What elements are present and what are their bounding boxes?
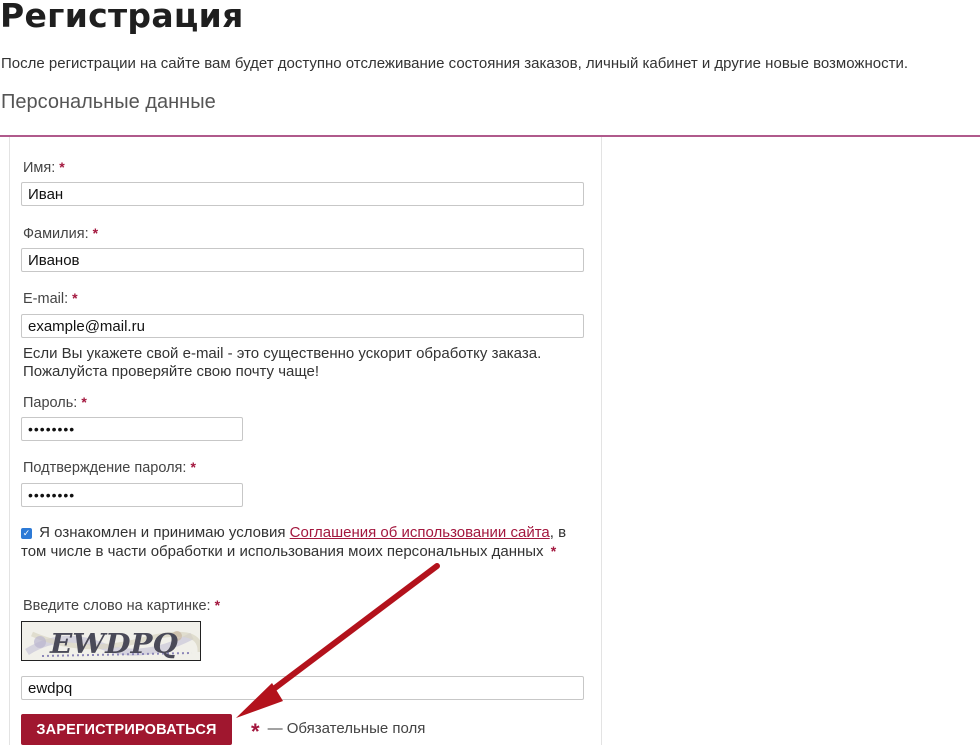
required-mark: * (214, 597, 221, 613)
required-mark: * (59, 159, 65, 175)
password-label: Пароль: * (23, 394, 87, 411)
agreement-link[interactable]: Соглашения об использовании сайта (290, 524, 550, 541)
register-button[interactable]: ЗАРЕГИСТРИРОВАТЬСЯ (21, 714, 232, 745)
password-confirm-field[interactable] (21, 483, 243, 507)
required-fields-legend: * — Обязательные поля (251, 719, 426, 744)
required-mark: * (92, 225, 99, 241)
email-hint: Если Вы укажете свой e-mail - это сущест… (23, 345, 542, 380)
required-mark: * (72, 290, 78, 306)
captcha-image: EWDPQ (21, 621, 201, 661)
required-mark: * (550, 543, 557, 559)
email-label: E-mail: * (23, 290, 78, 307)
first-name-field[interactable] (21, 182, 584, 206)
agreement: ✓ Я ознакомлен и принимаю условия Соглаш… (21, 524, 567, 560)
email-field[interactable] (21, 314, 584, 338)
section-title: Персональные данные (1, 91, 216, 113)
captcha-text: EWDPQ (49, 629, 179, 660)
page-title: Регистрация (0, 0, 244, 35)
agreement-checkbox[interactable]: ✓ (21, 528, 32, 539)
captcha-label: Введите слово на картинке: * (23, 597, 221, 614)
captcha-field[interactable] (21, 676, 584, 700)
captcha-graphic: EWDPQ (22, 622, 200, 660)
last-name-label: Фамилия: * (23, 225, 99, 242)
checkmark-icon: ✓ (22, 528, 31, 538)
last-name-field[interactable] (21, 248, 584, 272)
password-field[interactable] (21, 417, 243, 441)
required-mark: * (190, 459, 196, 475)
first-name-label: Имя: * (23, 159, 65, 176)
required-mark: * (81, 394, 87, 410)
password-confirm-label: Подтверждение пароля: * (23, 459, 196, 476)
page-intro: После регистрации на сайте вам будет дос… (1, 55, 908, 72)
required-mark: * (251, 719, 260, 744)
